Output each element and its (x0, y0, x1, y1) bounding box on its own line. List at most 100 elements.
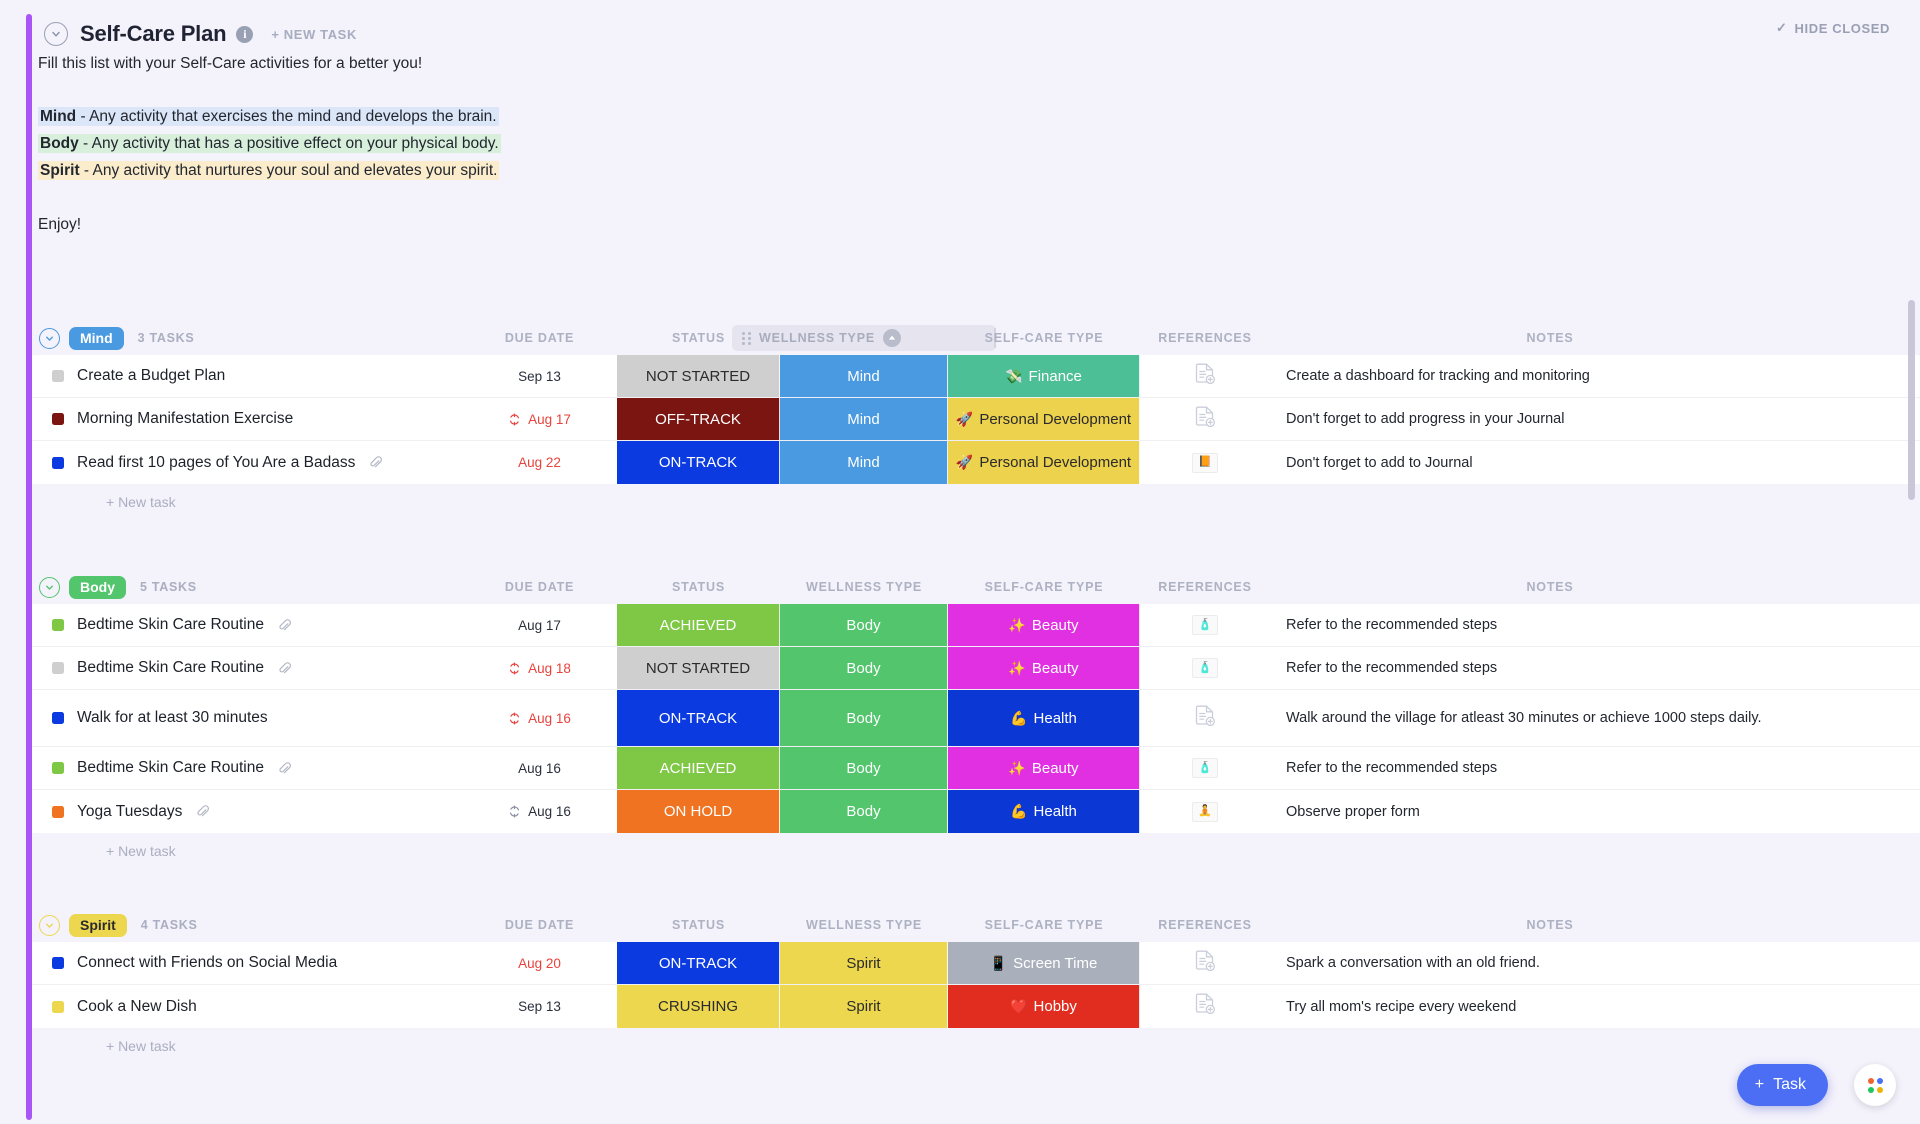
hide-closed-toggle[interactable]: ✓ HIDE CLOSED (1776, 20, 1890, 36)
notes-cell[interactable]: Spark a conversation with an old friend. (1270, 942, 1920, 984)
column-header-status[interactable]: STATUS (617, 918, 780, 932)
column-header-references[interactable]: REFERENCES (1140, 918, 1270, 932)
info-icon[interactable]: i (236, 25, 254, 43)
due-date-cell[interactable]: Aug 20 (462, 942, 617, 984)
table-row[interactable]: Bedtime Skin Care Routine Aug 17 ACHIEVED B… (32, 604, 1920, 647)
status-cell[interactable]: ON HOLD (617, 790, 780, 833)
wellness-type-cell[interactable]: Body (780, 647, 948, 689)
group-name-pill[interactable]: Body (69, 575, 126, 599)
self-care-type-cell[interactable]: 💪 Health (948, 790, 1140, 833)
status-dot[interactable] (52, 370, 64, 382)
self-care-type-cell[interactable]: 📱 Screen Time (948, 942, 1140, 984)
status-dot[interactable] (52, 619, 64, 631)
column-header-notes[interactable]: NOTES (1270, 918, 1830, 932)
group-collapse-toggle[interactable] (39, 576, 60, 598)
table-row[interactable]: Morning Manifestation Exercise Aug 17 OFF-… (32, 398, 1920, 441)
notes-cell[interactable]: Don't forget to add progress in your Jou… (1270, 398, 1920, 440)
self-care-type-cell[interactable]: 🚀 Personal Development (948, 441, 1140, 484)
notes-cell[interactable]: Create a dashboard for tracking and moni… (1270, 355, 1920, 397)
wellness-type-cell[interactable]: Mind (780, 441, 948, 484)
due-date-cell[interactable]: Aug 16 (462, 790, 617, 833)
references-cell[interactable] (1140, 398, 1270, 440)
status-dot[interactable] (52, 762, 64, 774)
group-name-pill[interactable]: Spirit (69, 913, 127, 937)
status-dot[interactable] (52, 456, 64, 469)
wellness-type-cell[interactable]: Mind (780, 355, 948, 397)
new-task-row[interactable]: + New task (32, 1028, 1920, 1064)
references-cell[interactable] (1140, 985, 1270, 1028)
task-name-cell[interactable]: Walk for at least 30 minutes (32, 690, 462, 746)
task-name-cell[interactable]: Create a Budget Plan (32, 355, 462, 397)
table-row[interactable]: Read first 10 pages of You Are a Badass A… (32, 441, 1920, 484)
self-care-type-cell[interactable]: 💪 Health (948, 690, 1140, 746)
wellness-type-cell[interactable]: Body (780, 690, 948, 746)
notes-cell[interactable]: Refer to the recommended steps (1270, 604, 1920, 646)
notes-cell[interactable]: Observe proper form (1270, 790, 1920, 833)
status-cell[interactable]: CRUSHING (617, 985, 780, 1028)
attachment-icon[interactable] (277, 661, 292, 676)
status-cell[interactable]: NOT STARTED (617, 647, 780, 689)
attachment-icon[interactable] (195, 804, 210, 819)
attachment-icon[interactable] (368, 455, 383, 470)
due-date-cell[interactable]: Aug 18 (462, 647, 617, 689)
self-care-type-cell[interactable]: 💸 Finance (948, 355, 1140, 397)
column-header-references[interactable]: REFERENCES (1140, 580, 1270, 594)
self-care-type-cell[interactable]: ❤️ Hobby (948, 985, 1140, 1028)
notes-cell[interactable]: Walk around the village for atleast 30 m… (1270, 690, 1920, 746)
task-name-cell[interactable]: Bedtime Skin Care Routine (32, 604, 462, 646)
scrollbar-track[interactable] (1908, 0, 1918, 1124)
reference-thumbnail[interactable]: 🧴 (1192, 615, 1218, 635)
task-name-cell[interactable]: Cook a New Dish (32, 985, 462, 1028)
column-header-self-care-type[interactable]: SELF-CARE TYPE (948, 918, 1140, 932)
references-cell[interactable]: 🧴 (1140, 604, 1270, 646)
references-cell[interactable] (1140, 690, 1270, 746)
column-header-notes[interactable]: NOTES (1270, 580, 1830, 594)
reference-thumbnail[interactable]: 📙 (1192, 452, 1218, 473)
task-name-cell[interactable]: Bedtime Skin Care Routine (32, 647, 462, 689)
column-header-due-date[interactable]: DUE DATE (462, 331, 617, 345)
self-care-type-cell[interactable]: 🚀 Personal Development (948, 398, 1140, 440)
column-header-self-care-type[interactable]: SELF-CARE TYPE (948, 331, 1140, 345)
references-cell[interactable] (1140, 942, 1270, 984)
sort-ascending-icon[interactable] (882, 329, 901, 347)
group-name-pill[interactable]: Mind (69, 326, 124, 350)
status-dot[interactable] (52, 712, 64, 724)
notes-cell[interactable]: Try all mom's recipe every weekend (1270, 985, 1920, 1028)
column-header-wellness-type[interactable]: WELLNESS TYPE (780, 580, 948, 594)
table-row[interactable]: Walk for at least 30 minutes Aug 16 ON-TRA… (32, 690, 1920, 747)
status-dot[interactable] (52, 805, 64, 818)
references-cell[interactable]: 📙 (1140, 441, 1270, 484)
status-dot[interactable] (52, 413, 64, 425)
document-add-icon[interactable] (1194, 704, 1216, 733)
status-cell[interactable]: ON-TRACK (617, 690, 780, 746)
status-dot[interactable] (52, 1000, 64, 1013)
due-date-cell[interactable]: Sep 13 (462, 985, 617, 1028)
notes-cell[interactable]: Refer to the recommended steps (1270, 647, 1920, 689)
add-task-fab[interactable]: + Task (1736, 1064, 1828, 1106)
due-date-cell[interactable]: Aug 16 (462, 690, 617, 746)
notes-cell[interactable]: Don't forget to add to Journal (1270, 441, 1920, 484)
status-dot[interactable] (52, 957, 64, 969)
group-collapse-toggle[interactable] (39, 327, 60, 349)
group-collapse-toggle[interactable] (39, 914, 60, 936)
self-care-type-cell[interactable]: ✨ Beauty (948, 647, 1140, 689)
column-header-status[interactable]: STATUS (617, 580, 780, 594)
wellness-type-cell[interactable]: Body (780, 790, 948, 833)
new-task-row[interactable]: + New task (32, 833, 1920, 869)
column-header-due-date[interactable]: DUE DATE (462, 580, 617, 594)
column-header-references[interactable]: REFERENCES (1140, 331, 1270, 345)
wellness-type-cell[interactable]: Body (780, 604, 948, 646)
references-cell[interactable]: 🧴 (1140, 747, 1270, 789)
document-add-icon[interactable] (1194, 992, 1216, 1021)
references-cell[interactable]: 🧴 (1140, 647, 1270, 689)
reference-thumbnail[interactable]: 🧴 (1192, 658, 1218, 678)
status-cell[interactable]: NOT STARTED (617, 355, 780, 397)
self-care-type-cell[interactable]: ✨ Beauty (948, 747, 1140, 789)
wellness-type-cell[interactable]: Spirit (780, 942, 948, 984)
references-cell[interactable]: 🧘 (1140, 790, 1270, 833)
references-cell[interactable] (1140, 355, 1270, 397)
status-cell[interactable]: ACHIEVED (617, 747, 780, 789)
attachment-icon[interactable] (277, 761, 292, 776)
column-header-wellness-type[interactable]: WELLNESS TYPE (780, 918, 948, 932)
column-header-notes[interactable]: NOTES (1270, 331, 1830, 345)
